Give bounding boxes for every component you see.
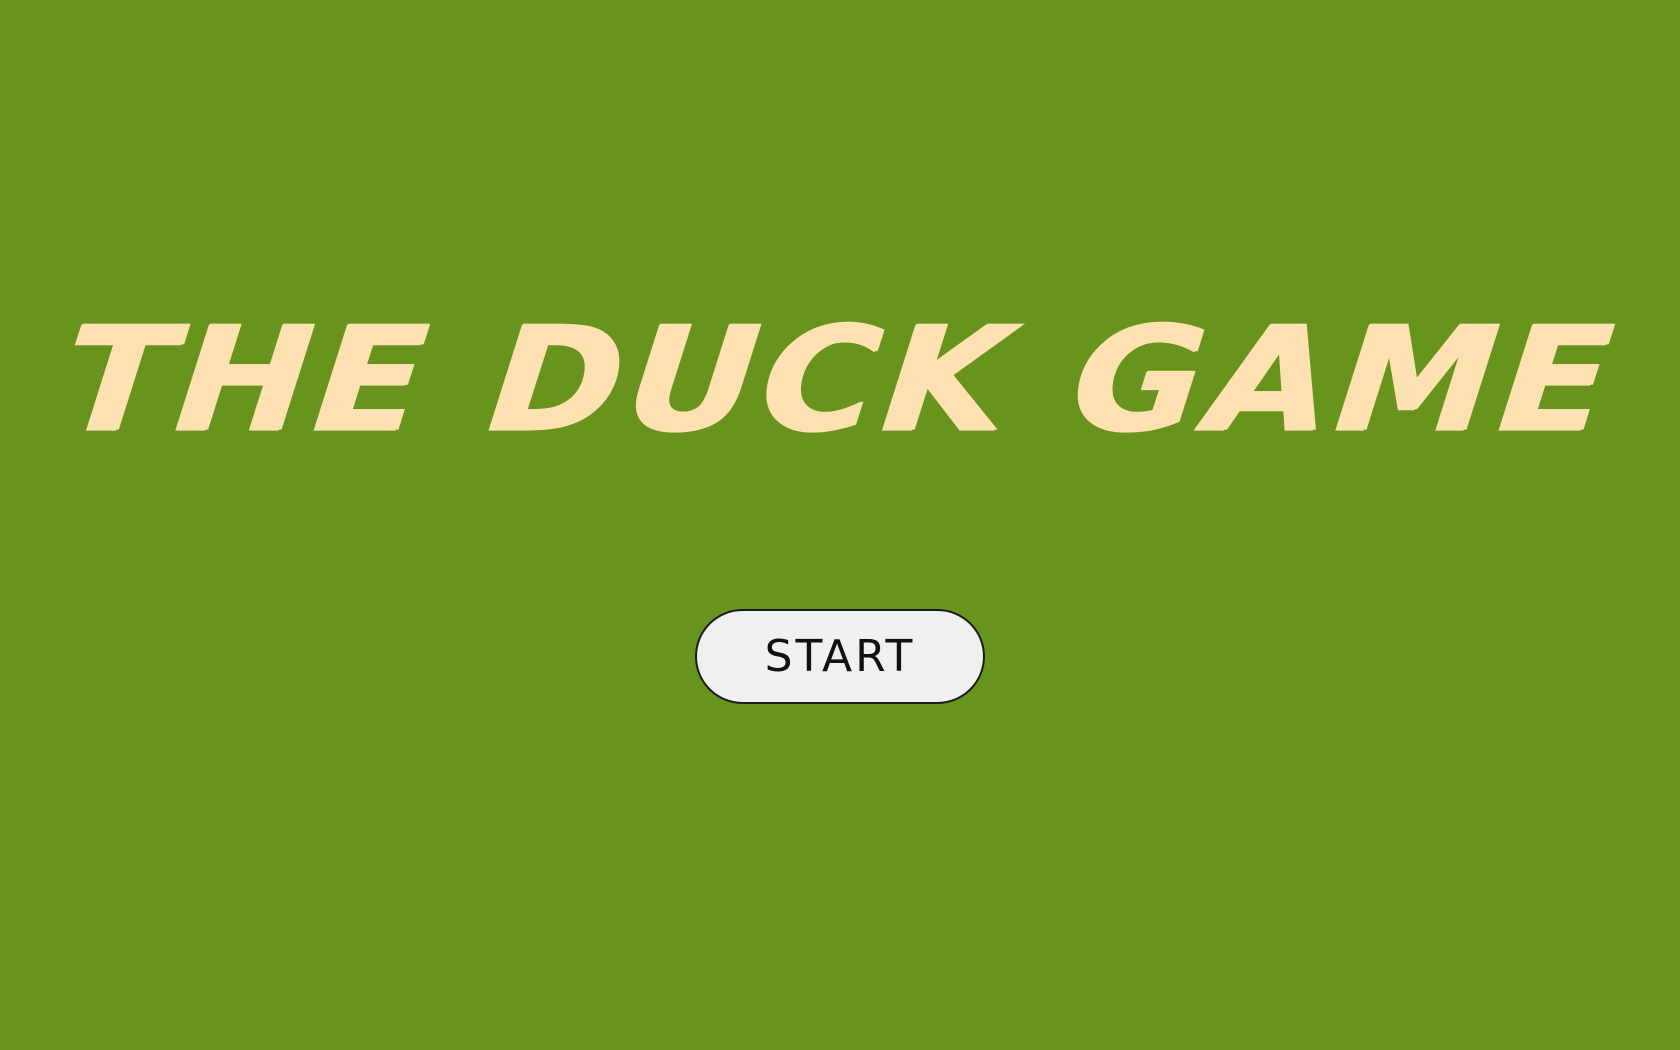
game-title: THE DUCK GAME xyxy=(55,295,1625,465)
start-button[interactable]: START xyxy=(695,609,985,704)
